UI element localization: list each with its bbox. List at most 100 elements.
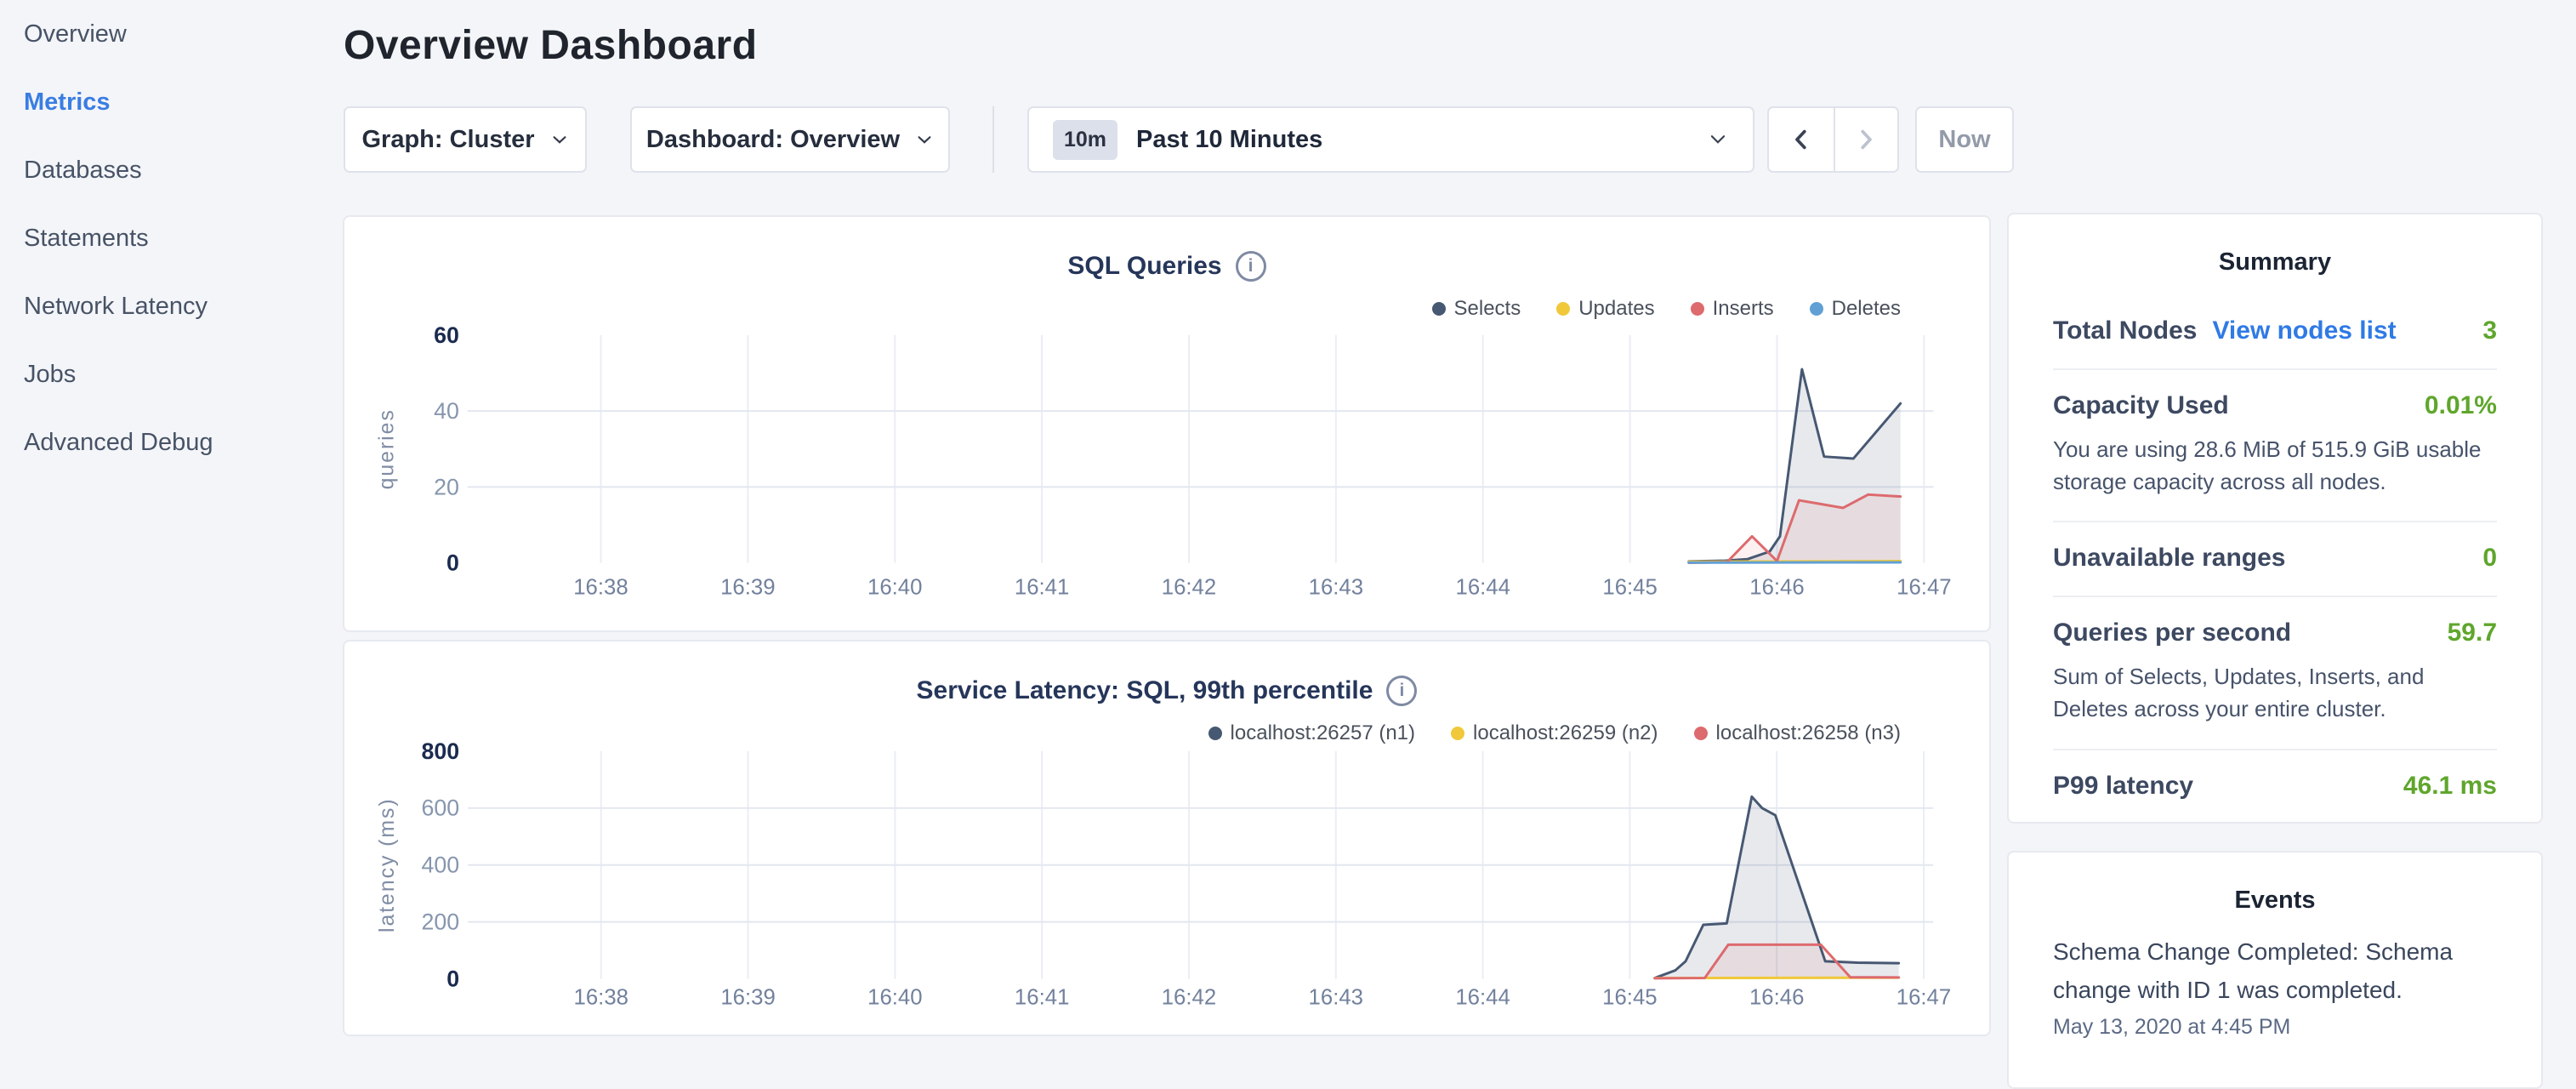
svg-text:16:41: 16:41 <box>1015 575 1069 599</box>
legend-label: localhost:26258 (n3) <box>1716 721 1901 745</box>
sidebar-item-network-latency[interactable]: Network Latency <box>0 272 340 340</box>
chart-legend: localhost:26257 (n1) localhost:26259 (n2)… <box>1208 721 1901 745</box>
time-step-button-group <box>1767 106 1899 173</box>
total-nodes-value: 3 <box>2482 316 2497 345</box>
svg-text:16:42: 16:42 <box>1162 575 1216 599</box>
chevron-down-icon <box>1707 128 1729 151</box>
svg-text:16:44: 16:44 <box>1455 575 1510 599</box>
legend-dot-icon <box>1556 302 1570 316</box>
svg-text:16:47: 16:47 <box>1896 985 1951 1009</box>
time-range-select[interactable]: 10m Past 10 Minutes <box>1027 106 1754 173</box>
svg-text:queries: queries <box>375 408 398 489</box>
legend-dot-icon <box>1208 727 1222 740</box>
summary-row-p99-latency: P99 latency 46.1 ms <box>2053 750 2497 824</box>
queries-per-second-description: Sum of Selects, Updates, Inserts, and De… <box>2053 661 2497 725</box>
view-nodes-list-link[interactable]: View nodes list <box>2212 316 2396 345</box>
svg-text:16:39: 16:39 <box>720 575 775 599</box>
svg-text:600: 600 <box>422 795 460 821</box>
capacity-used-description: You are using 28.6 MiB of 515.9 GiB usab… <box>2053 434 2497 498</box>
chart-header: SQL Queries i <box>344 251 1989 282</box>
p99-latency-value: 46.1 ms <box>2403 772 2497 801</box>
page-title: Overview Dashboard <box>344 22 758 69</box>
legend-label: localhost:26257 (n1) <box>1231 721 1415 745</box>
svg-text:16:42: 16:42 <box>1162 985 1216 1009</box>
info-icon[interactable]: i <box>1236 251 1266 282</box>
sidebar-item-advanced-debug[interactable]: Advanced Debug <box>0 408 340 476</box>
time-window-badge: 10m <box>1053 120 1117 160</box>
info-icon[interactable]: i <box>1386 676 1417 706</box>
svg-text:16:38: 16:38 <box>573 575 628 599</box>
svg-text:16:39: 16:39 <box>720 985 775 1009</box>
summary-row-unavailable-ranges: Unavailable ranges 0 <box>2053 522 2497 597</box>
service-latency-chart-card: 16:3816:3916:4016:4116:4216:4316:4416:45… <box>343 640 1991 1036</box>
svg-text:16:46: 16:46 <box>1749 575 1804 599</box>
svg-text:16:46: 16:46 <box>1749 985 1804 1009</box>
summary-row-capacity-used: Capacity Used 0.01% You are using 28.6 M… <box>2053 370 2497 522</box>
svg-text:60: 60 <box>434 322 459 348</box>
svg-text:16:45: 16:45 <box>1602 575 1657 599</box>
total-nodes-label: Total Nodes <box>2053 316 2197 345</box>
graph-selector-label: Graph: Cluster <box>361 126 534 154</box>
sidebar-item-metrics[interactable]: Metrics <box>0 68 340 136</box>
events-panel: Events Schema Change Completed: Schema c… <box>2007 851 2543 1089</box>
dashboard-selector-label: Dashboard: Overview <box>646 126 900 154</box>
legend-dot-icon <box>1810 302 1823 316</box>
unavailable-ranges-value: 0 <box>2482 544 2497 573</box>
event-list-item[interactable]: Schema Change Completed: Schema change w… <box>2053 933 2497 1040</box>
graph-selector-dropdown[interactable]: Graph: Cluster <box>344 106 587 173</box>
svg-text:16:45: 16:45 <box>1602 985 1657 1009</box>
sidebar-item-overview[interactable]: Overview <box>0 0 340 68</box>
svg-text:16:40: 16:40 <box>867 985 922 1009</box>
queries-per-second-label: Queries per second <box>2053 619 2291 647</box>
svg-text:40: 40 <box>434 398 459 424</box>
events-title: Events <box>2053 887 2497 915</box>
svg-text:800: 800 <box>422 738 460 764</box>
legend-item[interactable]: localhost:26258 (n3) <box>1694 721 1901 745</box>
legend-dot-icon <box>1691 302 1704 316</box>
legend-label: localhost:26259 (n2) <box>1473 721 1658 745</box>
svg-text:0: 0 <box>446 966 459 991</box>
controls-divider <box>992 106 994 173</box>
sql-queries-chart-card: 16:38 16:39 16:40 16:41 16:42 16:43 16:44 16:45… <box>343 215 1991 632</box>
sidebar: Overview Metrics Databases Statements Ne… <box>0 0 340 1052</box>
legend-item[interactable]: Deletes <box>1810 297 1901 321</box>
event-message: Schema Change Completed: Schema change w… <box>2053 933 2497 1010</box>
chevron-left-icon <box>1788 127 1814 152</box>
prev-time-window-button[interactable] <box>1769 108 1834 171</box>
svg-text:20: 20 <box>434 474 459 499</box>
summary-title: Summary <box>2053 248 2497 277</box>
legend-item[interactable]: Updates <box>1556 297 1654 321</box>
controls-bar: Graph: Cluster Dashboard: Overview 10m P… <box>344 106 2014 173</box>
legend-dot-icon <box>1432 302 1446 316</box>
summary-row-queries-per-second: Queries per second 59.7 Sum of Selects, … <box>2053 597 2497 750</box>
svg-text:16:41: 16:41 <box>1015 985 1069 1009</box>
capacity-used-value: 0.01% <box>2425 391 2497 420</box>
legend-item[interactable]: localhost:26259 (n2) <box>1451 721 1658 745</box>
legend-label: Updates <box>1578 297 1654 321</box>
next-time-window-button[interactable] <box>1834 108 1898 171</box>
chart-legend: Selects Updates Inserts Deletes <box>1432 297 1902 321</box>
svg-text:latency (ms): latency (ms) <box>376 797 399 932</box>
svg-text:400: 400 <box>422 852 460 878</box>
dashboard-selector-dropdown[interactable]: Dashboard: Overview <box>630 106 950 173</box>
svg-text:16:38: 16:38 <box>574 985 628 1009</box>
legend-item[interactable]: Inserts <box>1691 297 1774 321</box>
chevron-right-icon <box>1853 127 1879 152</box>
now-button[interactable]: Now <box>1915 106 2014 173</box>
p99-latency-label: P99 latency <box>2053 772 2193 801</box>
queries-per-second-value: 59.7 <box>2448 619 2497 647</box>
svg-text:16:47: 16:47 <box>1896 575 1951 599</box>
sidebar-item-databases[interactable]: Databases <box>0 136 340 204</box>
sidebar-item-jobs[interactable]: Jobs <box>0 340 340 408</box>
time-window-label: Past 10 Minutes <box>1136 126 1322 154</box>
chevron-down-icon <box>550 130 569 149</box>
sidebar-item-statements[interactable]: Statements <box>0 204 340 272</box>
legend-item[interactable]: Selects <box>1432 297 1521 321</box>
svg-text:16:40: 16:40 <box>867 575 922 599</box>
svg-text:16:43: 16:43 <box>1309 575 1363 599</box>
chevron-down-icon <box>915 130 934 149</box>
legend-dot-icon <box>1694 727 1708 740</box>
legend-item[interactable]: localhost:26257 (n1) <box>1208 721 1415 745</box>
legend-label: Deletes <box>1832 297 1901 321</box>
chart-header: Service Latency: SQL, 99th percentile i <box>344 676 1989 706</box>
